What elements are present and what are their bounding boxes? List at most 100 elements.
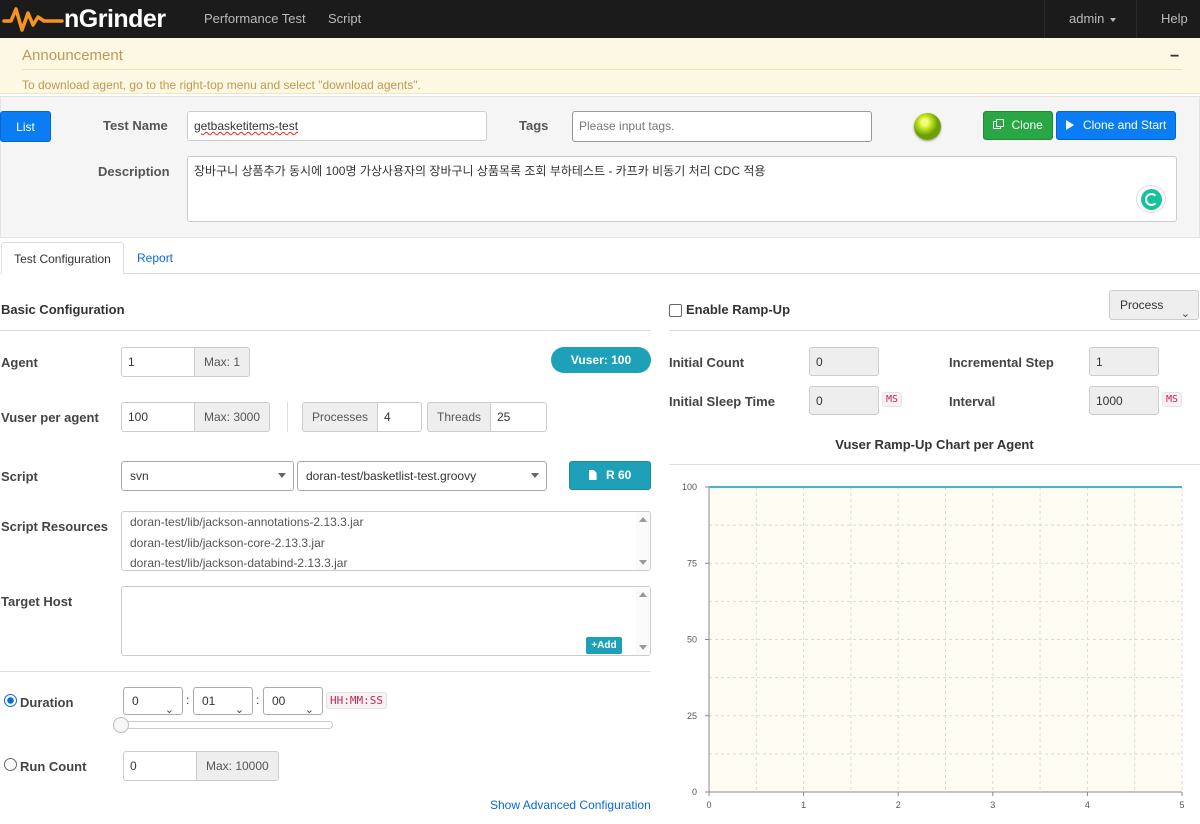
duration-seconds-select[interactable]: 00 ⌄ [263,687,323,716]
script-revision-label: R 60 [605,468,632,482]
user-menu[interactable]: admin [1069,11,1117,26]
chart-x-tick-label: 3 [990,800,995,810]
duration-hours-select[interactable]: 0 ⌄ [123,687,183,716]
script-revision-button[interactable]: R 60 [569,461,651,490]
chevron-down-icon: ⌄ [1180,308,1190,320]
clone-and-start-button[interactable]: Clone and Start [1056,111,1176,140]
duration-format-hint: HH:MM:SS [326,692,387,709]
ngrinder-logo[interactable]: nGrinder [0,3,180,35]
target-host-scrollbar[interactable] [636,587,650,655]
vuser-per-agent-input[interactable]: 100 [121,402,196,432]
section-divider [0,671,651,672]
tab-test-configuration[interactable]: Test Configuration [1,242,124,274]
script-repo-value: svn [130,469,149,483]
chart-x-tick-label: 2 [896,800,901,810]
chart-x-tick-label: 1 [801,800,806,810]
file-icon [588,470,597,480]
play-icon [1065,120,1074,130]
run-count-label: Run Count [20,759,87,774]
list-button[interactable]: List [0,111,51,142]
processes-input[interactable]: 4 [377,402,422,432]
add-target-host-button[interactable]: +Add [586,637,622,654]
nav-divider [1044,0,1045,38]
duration-slider-handle[interactable] [113,717,129,733]
chart-title: Vuser Ramp-Up Chart per Agent [835,437,1034,452]
duration-seconds-value: 00 [272,694,286,708]
ramp-up-mode-value: Process [1120,298,1164,312]
script-repo-select[interactable]: svn [121,461,294,491]
incremental-step-label: Incremental Step [949,355,1054,370]
chart-y-tick-label: 100 [682,482,697,492]
script-label: Script [1,469,38,484]
duration-hours-value: 0 [132,694,139,708]
test-name-value: getbasketitems-test [194,119,299,133]
grammarly-icon[interactable] [1136,185,1166,213]
status-ready-icon [914,113,941,140]
interval-label: Interval [949,394,996,409]
nav-divider [1136,0,1137,38]
script-file-value: doran-test/basketlist-test.groovy [306,469,477,483]
resources-scrollbar[interactable] [636,512,650,570]
vuser-max-addon: Max: 3000 [194,402,271,432]
field-divider [287,402,288,432]
nav-help[interactable]: Help [1161,11,1188,26]
vuser-ramp-up-chart: 0 1 2 3 4 50255075100 [682,482,1185,810]
initial-count-input[interactable]: 0 [809,347,879,376]
clone-button[interactable]: Clone [983,111,1053,140]
basic-configuration-title: Basic Configuration [1,302,125,317]
show-advanced-configuration-link[interactable]: Show Advanced Configuration [490,798,651,812]
agent-label: Agent [1,355,38,370]
duration-radio[interactable] [4,694,17,707]
enable-ramp-up-checkbox[interactable] [669,304,682,317]
copy-icon [993,119,1005,130]
scroll-up-icon[interactable] [639,592,647,597]
time-separator: : [186,693,190,707]
description-label: Description [98,164,170,179]
scroll-up-icon[interactable] [639,517,647,522]
logo-wave-icon [2,7,64,32]
announcement-divider [22,69,1182,70]
threads-input[interactable]: 25 [490,402,547,432]
chevron-down-icon [531,473,539,478]
nav-script[interactable]: Script [328,11,361,26]
chevron-down-icon: ⌄ [234,704,244,716]
run-count-radio[interactable] [4,758,17,771]
threads-addon: Threads [427,402,492,432]
scroll-down-icon[interactable] [639,560,647,565]
agent-max-addon: Max: 1 [194,347,251,377]
chevron-down-icon: ⌄ [304,704,314,716]
announcement-panel: Announcement − To download agent, go to … [0,38,1200,94]
description-value: 장바구니 상품추가 동시에 100명 가상사용자의 장바구니 상품목록 조회 부… [194,164,766,178]
resource-item: doran-test/lib/jackson-core-2.13.3.jar [130,536,325,550]
enable-ramp-up-label: Enable Ramp-Up [686,302,791,317]
scroll-down-icon[interactable] [639,645,647,650]
initial-sleep-time-input[interactable]: 0 [809,386,879,415]
collapse-icon[interactable]: − [1170,48,1179,66]
run-count-input[interactable]: 0 [123,751,198,781]
nav-performance-test[interactable]: Performance Test [204,11,306,26]
test-name-input[interactable]: getbasketitems-test [187,111,487,141]
chart-x-tick-label: 5 [1179,800,1184,810]
chart-y-tick-label: 50 [687,635,697,645]
announcement-title: Announcement [22,47,123,64]
initial-sleep-unit: MS [882,392,903,407]
tab-report[interactable]: Report [137,251,173,265]
duration-slider-track[interactable] [121,721,333,729]
chart-divider [669,464,1200,465]
description-textarea[interactable]: 장바구니 상품추가 동시에 100명 가상사용자의 장바구니 상품목록 조회 부… [187,156,1177,222]
incremental-step-input[interactable]: 1 [1089,347,1159,376]
chevron-down-icon [278,473,286,478]
tab-bar-border [0,273,1200,274]
interval-input[interactable]: 1000 [1089,386,1159,415]
ramp-up-mode-select[interactable]: Process ⌄ [1109,290,1199,320]
tags-input[interactable]: Please input tags. [572,111,872,142]
script-resources-list[interactable]: doran-test/lib/jackson-annotations-2.13.… [121,511,651,571]
initial-count-label: Initial Count [669,355,745,370]
duration-minutes-select[interactable]: 01 ⌄ [193,687,253,716]
script-file-select[interactable]: doran-test/basketlist-test.groovy [297,461,547,491]
chart-x-tick-label: 0 [706,800,711,810]
interval-unit: MS [1162,392,1183,407]
agent-count-input[interactable]: 1 [121,347,196,377]
target-host-list[interactable] [121,586,651,656]
clone-and-start-label: Clone and Start [1082,118,1167,132]
